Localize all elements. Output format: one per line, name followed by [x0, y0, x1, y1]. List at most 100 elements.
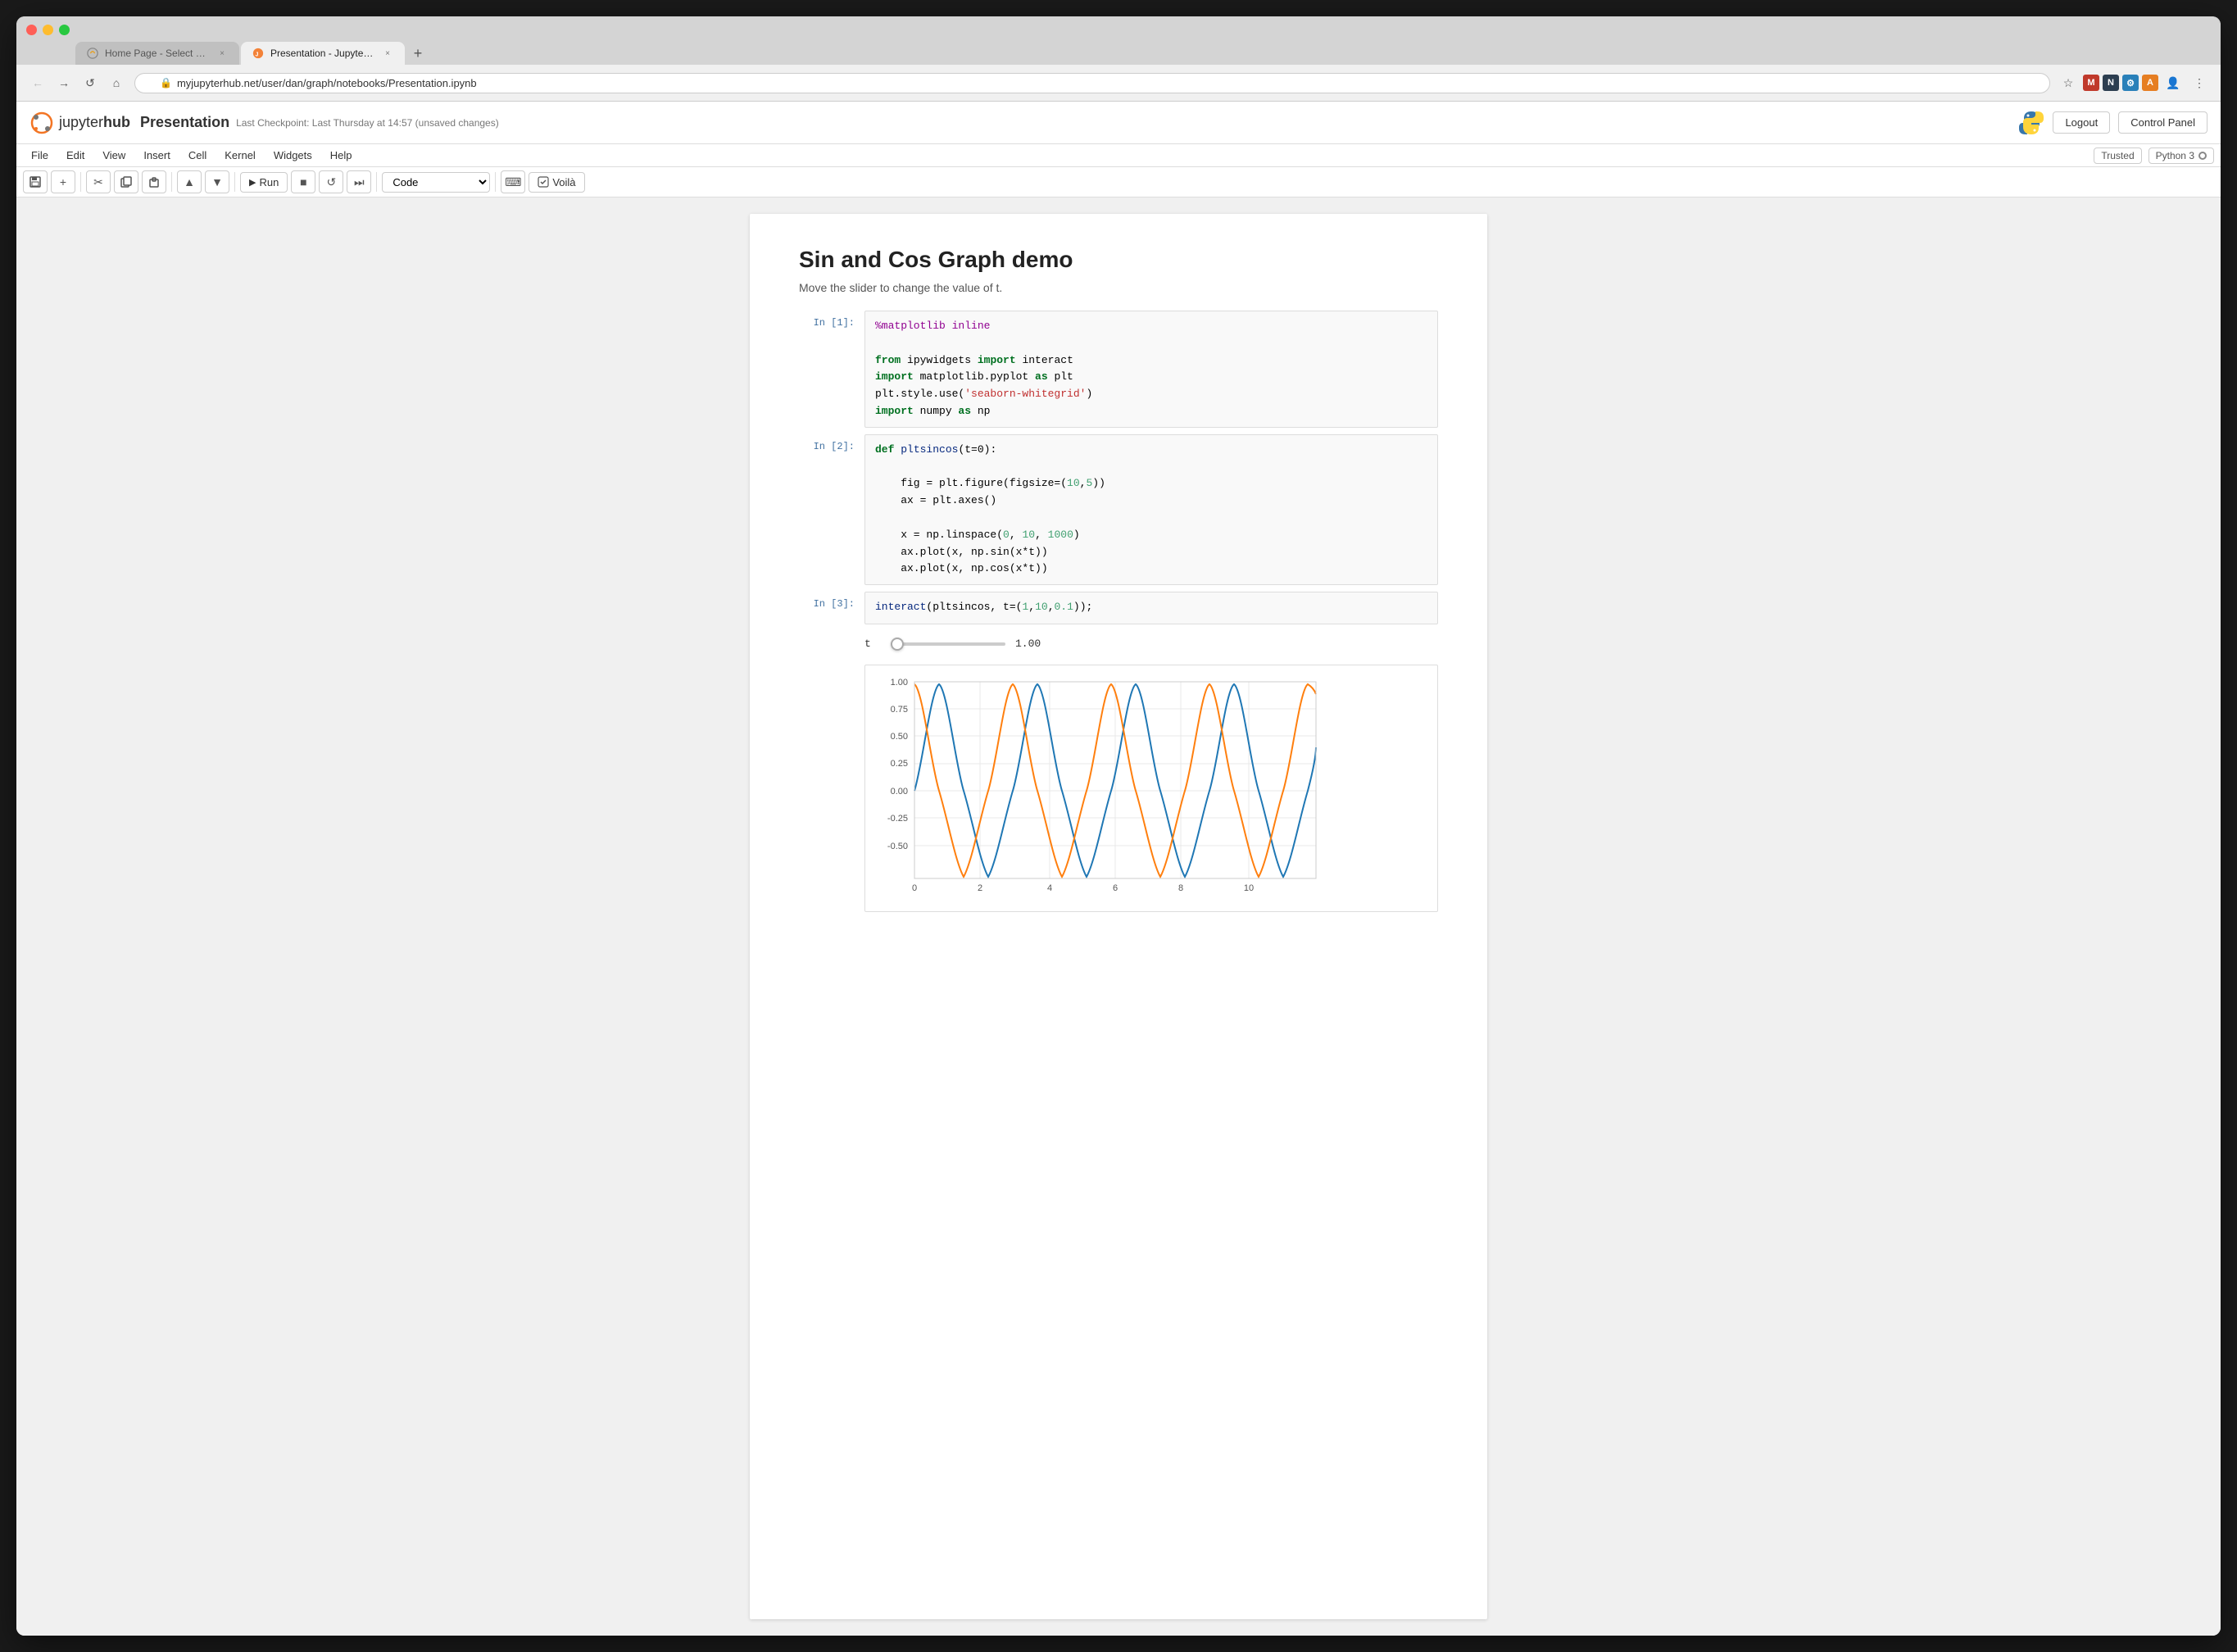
- svg-text:0.00: 0.00: [891, 787, 908, 796]
- paste-button[interactable]: [142, 170, 166, 193]
- tab-home-label: Home Page - Select or create: [105, 48, 210, 59]
- tab-home[interactable]: Home Page - Select or create ×: [75, 42, 239, 65]
- jupyter-logo-icon: [29, 111, 54, 135]
- code-line: def pltsincos(t=0):: [875, 442, 1427, 459]
- fullscreen-button[interactable]: [59, 25, 70, 35]
- address-input-container[interactable]: 🔒 myjupyterhub.net/user/dan/graph/notebo…: [134, 73, 2050, 93]
- menu-cell[interactable]: Cell: [180, 146, 215, 165]
- chart-container: 1.00 0.75 0.50 0.25 0.00 -0.25 -0.50 0 2…: [864, 665, 1438, 912]
- menu-file[interactable]: File: [23, 146, 57, 165]
- slider-thumb[interactable]: [891, 638, 904, 651]
- address-text: myjupyterhub.net/user/dan/graph/notebook…: [177, 77, 477, 89]
- traffic-lights: [26, 25, 2211, 35]
- run-icon: ▶: [249, 177, 256, 188]
- cut-button[interactable]: ✂: [86, 170, 111, 193]
- move-up-button[interactable]: ▲: [177, 170, 202, 193]
- keyboard-button[interactable]: ⌨: [501, 170, 525, 193]
- ext-4[interactable]: A: [2142, 75, 2158, 91]
- kernel-status-circle: [2198, 152, 2207, 160]
- cell-1-content[interactable]: %matplotlib inline from ipywidgets impor…: [864, 311, 1438, 428]
- tab-notebook[interactable]: J Presentation - Jupyter Notebo... ×: [241, 42, 405, 65]
- slider-value: 1.00: [1015, 638, 1041, 650]
- code-line: ax.plot(x, np.sin(x*t)): [875, 544, 1427, 561]
- svg-text:10: 10: [1244, 883, 1254, 893]
- ext-2[interactable]: N: [2103, 75, 2119, 91]
- separator-5: [495, 172, 496, 192]
- code-line: [875, 510, 1427, 527]
- refresh-button[interactable]: ↺: [79, 71, 102, 94]
- code-line: interact(pltsincos, t=(1,10,0.1));: [875, 599, 1427, 616]
- cell-2-content[interactable]: def pltsincos(t=0): fig = plt.figure(fig…: [864, 434, 1438, 585]
- run-button[interactable]: ▶ Run: [240, 172, 288, 193]
- code-line: x = np.linspace(0, 10, 1000): [875, 527, 1427, 544]
- voila-label: Voilà: [552, 176, 575, 188]
- fast-forward-button[interactable]: ⏭: [347, 170, 371, 193]
- svg-text:0.50: 0.50: [891, 732, 908, 742]
- toolbar: + ✂ ▲ ▼ ▶ Run ■: [16, 167, 2221, 197]
- code-line: [875, 459, 1427, 476]
- separator-2: [171, 172, 172, 192]
- notebook-name: Presentation: [140, 114, 229, 131]
- svg-text:6: 6: [1113, 883, 1118, 893]
- tab-home-close[interactable]: ×: [216, 48, 228, 59]
- add-cell-button[interactable]: +: [51, 170, 75, 193]
- menu-bar: File Edit View Insert Cell Kernel Widget…: [16, 144, 2221, 167]
- svg-text:0.75: 0.75: [891, 705, 908, 715]
- notebook-subtitle: Move the slider to change the value of t…: [799, 281, 1438, 294]
- restart-button[interactable]: ↺: [319, 170, 343, 193]
- trusted-badge: Trusted: [2094, 148, 2141, 164]
- forward-button[interactable]: →: [52, 71, 75, 94]
- paste-icon: [148, 176, 160, 188]
- cell-type-select[interactable]: Code Markdown Raw NBConvert Heading: [382, 172, 490, 193]
- menu-insert[interactable]: Insert: [135, 146, 179, 165]
- back-button[interactable]: ←: [26, 71, 49, 94]
- ext-1[interactable]: M: [2083, 75, 2099, 91]
- menu-view[interactable]: View: [94, 146, 134, 165]
- move-down-button[interactable]: ▼: [205, 170, 229, 193]
- copy-button[interactable]: [114, 170, 138, 193]
- menu-right: Trusted Python 3: [2094, 148, 2214, 164]
- profile-button[interactable]: 👤: [2162, 71, 2185, 94]
- slider-area: t 1.00: [864, 631, 1438, 656]
- run-label: Run: [259, 176, 279, 188]
- menu-button[interactable]: ⋮: [2188, 71, 2211, 94]
- menu-edit[interactable]: Edit: [58, 146, 93, 165]
- home-button[interactable]: ⌂: [105, 71, 128, 94]
- svg-text:1.00: 1.00: [891, 678, 908, 688]
- code-line: ax = plt.axes(): [875, 492, 1427, 510]
- voila-button[interactable]: Voilà: [529, 172, 584, 193]
- notebook-title: Sin and Cos Graph demo: [799, 247, 1438, 273]
- voila-icon: [538, 176, 549, 188]
- svg-text:0.25: 0.25: [891, 759, 908, 769]
- notebook-page: Sin and Cos Graph demo Move the slider t…: [750, 214, 1487, 1619]
- control-panel-button[interactable]: Control Panel: [2118, 111, 2208, 134]
- menu-kernel[interactable]: Kernel: [216, 146, 264, 165]
- jupyter-tab-icon: J: [252, 48, 264, 59]
- tab-notebook-close[interactable]: ×: [382, 48, 393, 59]
- bookmark-button[interactable]: ☆: [2057, 71, 2080, 94]
- menu-widgets[interactable]: Widgets: [265, 146, 320, 165]
- page-icon: [87, 48, 98, 59]
- slider-track[interactable]: [891, 642, 1005, 646]
- chart-svg: 1.00 0.75 0.50 0.25 0.00 -0.25 -0.50 0 2…: [873, 674, 1332, 903]
- minimize-button[interactable]: [43, 25, 53, 35]
- jupyter-brand-text: jupyterhub: [59, 114, 130, 131]
- close-button[interactable]: [26, 25, 37, 35]
- lock-icon: 🔒: [160, 77, 172, 88]
- svg-text:-0.25: -0.25: [887, 814, 908, 824]
- save-button[interactable]: [23, 170, 48, 193]
- checkpoint-info: Last Checkpoint: Last Thursday at 14:57 …: [236, 117, 499, 129]
- code-line: fig = plt.figure(figsize=(10,5)): [875, 475, 1427, 492]
- svg-text:4: 4: [1047, 883, 1052, 893]
- jupyter-header: jupyterhub Presentation Last Checkpoint:…: [16, 102, 2221, 144]
- ext-3[interactable]: ⚙: [2122, 75, 2139, 91]
- svg-text:-0.50: -0.50: [887, 842, 908, 851]
- new-tab-button[interactable]: +: [406, 42, 429, 65]
- notebook-content[interactable]: Sin and Cos Graph demo Move the slider t…: [16, 197, 2221, 1636]
- kernel-badge: Python 3: [2149, 148, 2214, 164]
- cell-3-content[interactable]: interact(pltsincos, t=(1,10,0.1));: [864, 592, 1438, 624]
- menu-help[interactable]: Help: [322, 146, 361, 165]
- stop-button[interactable]: ■: [291, 170, 315, 193]
- menu-items: File Edit View Insert Cell Kernel Widget…: [23, 146, 361, 165]
- logout-button[interactable]: Logout: [2053, 111, 2110, 134]
